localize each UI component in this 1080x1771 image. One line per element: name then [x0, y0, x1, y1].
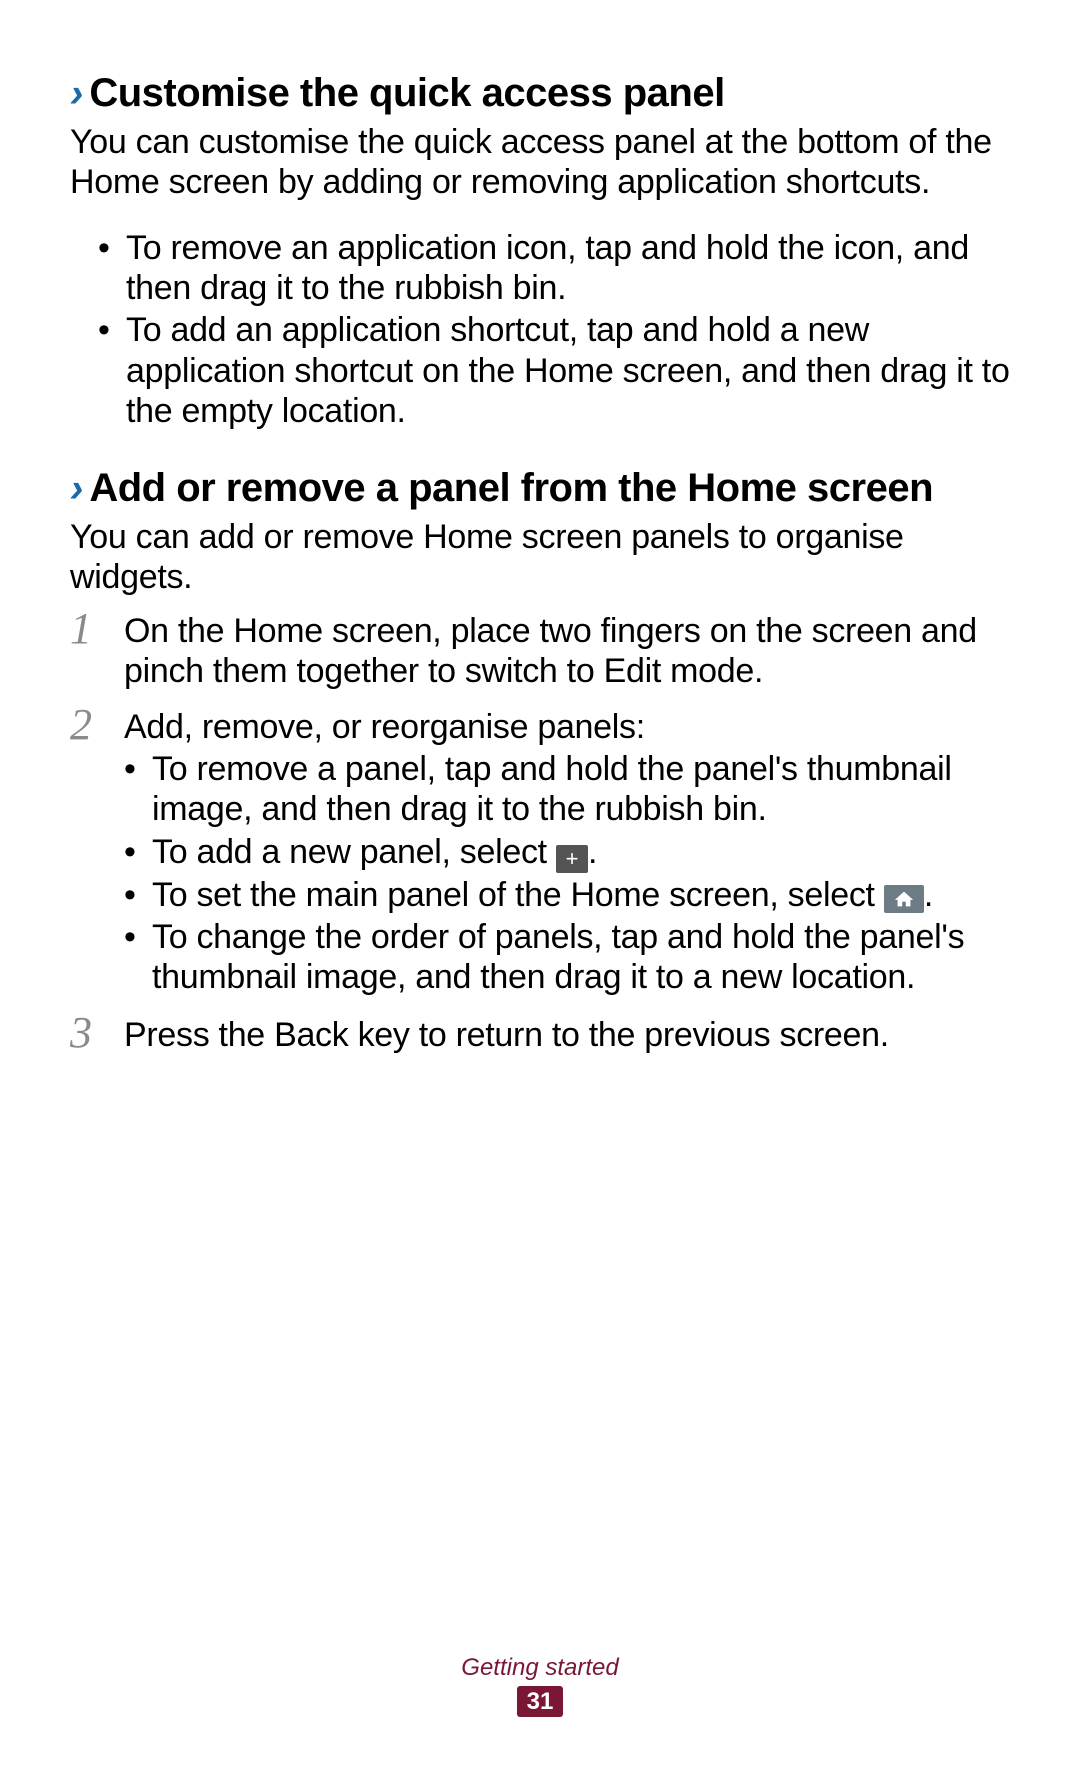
step-number: 1 — [70, 607, 106, 687]
steps-list: 1 On the Home screen, place two fingers … — [70, 611, 1010, 1059]
sub-text-pre: To set the main panel of the Home screen… — [152, 876, 884, 914]
home-icon — [884, 885, 924, 913]
section1-intro: You can customise the quick access panel… — [70, 122, 1010, 202]
heading-text: Customise the quick access panel — [89, 70, 724, 116]
section2-intro: You can add or remove Home screen panels… — [70, 517, 1010, 597]
list-item: To remove an application icon, tap and h… — [98, 228, 1010, 308]
step-3: 3 Press the Back key to return to the pr… — [70, 1015, 1010, 1059]
step-text: Press the Back key to return to the prev… — [124, 1015, 1010, 1059]
list-item: To add an application shortcut, tap and … — [98, 310, 1010, 430]
sub-text-pre: To add a new panel, select — [152, 833, 556, 871]
list-item: To add a new panel, select +. — [124, 832, 1010, 873]
step2-sublist: To remove a panel, tap and hold the pane… — [124, 749, 1010, 997]
manual-page: › Customise the quick access panel You c… — [0, 0, 1080, 1771]
step-body: Add, remove, or reorganise panels: To re… — [124, 707, 1010, 999]
chevron-icon: › — [70, 73, 81, 113]
step-number: 3 — [70, 1011, 106, 1055]
page-number-badge: 31 — [517, 1686, 564, 1717]
list-item: To change the order of panels, tap and h… — [124, 917, 1010, 997]
heading-text: Add or remove a panel from the Home scre… — [89, 465, 933, 511]
footer-section-label: Getting started — [0, 1654, 1080, 1682]
list-item: To set the main panel of the Home screen… — [124, 875, 1010, 915]
step-2: 2 Add, remove, or reorganise panels: To … — [70, 707, 1010, 999]
step-number: 2 — [70, 703, 106, 995]
sub-text-post: . — [588, 833, 597, 871]
chevron-icon: › — [70, 468, 81, 508]
page-footer: Getting started 31 — [0, 1654, 1080, 1717]
list-item: To remove a panel, tap and hold the pane… — [124, 749, 1010, 829]
sub-text-post: . — [924, 876, 933, 914]
section-heading-customise: › Customise the quick access panel — [70, 70, 1010, 116]
step-text: Add, remove, or reorganise panels: — [124, 708, 645, 746]
step-text: On the Home screen, place two fingers on… — [124, 611, 1010, 691]
section-heading-panels: › Add or remove a panel from the Home sc… — [70, 465, 1010, 511]
plus-icon: + — [556, 845, 588, 873]
step-1: 1 On the Home screen, place two fingers … — [70, 611, 1010, 691]
section1-bullets: To remove an application icon, tap and h… — [70, 228, 1010, 431]
